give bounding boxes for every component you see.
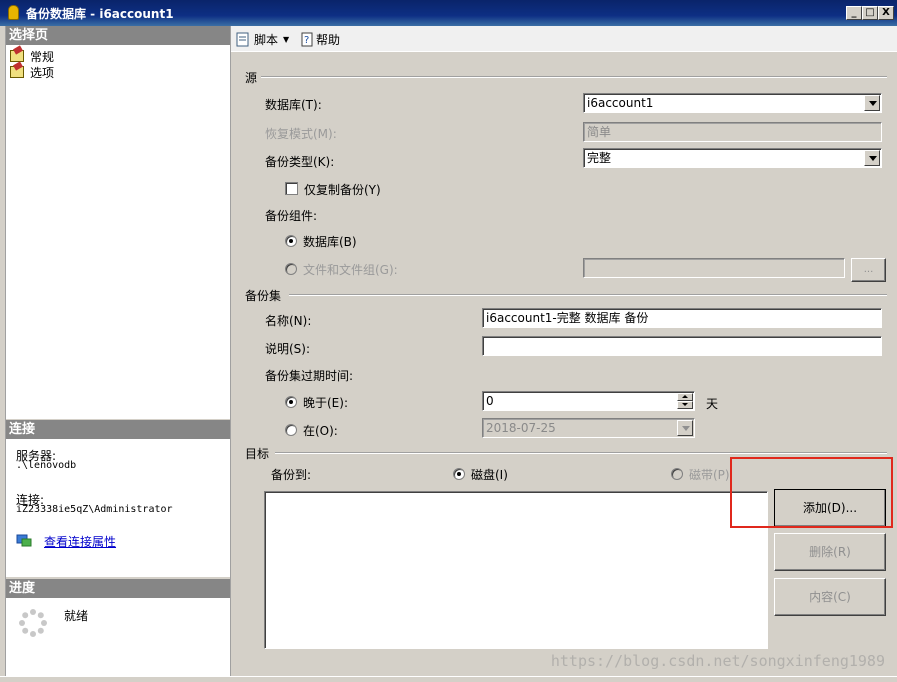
browse-button[interactable]: ...	[851, 258, 886, 282]
page-icon	[10, 66, 24, 78]
title-bar[interactable]: 备份数据库 - i6account1 _ □ X	[0, 0, 897, 26]
tape-radio-label: 磁带(P)	[689, 468, 730, 482]
disk-radio[interactable]	[453, 468, 465, 480]
on-date-radio[interactable]	[285, 424, 297, 436]
pages-header: 选择页	[6, 26, 230, 45]
window-bottom-edge	[0, 676, 897, 682]
window-title: 备份数据库 - i6account1	[26, 7, 174, 21]
destination-list[interactable]	[264, 491, 768, 649]
spinner-buttons[interactable]	[677, 393, 693, 409]
backupset-divider	[289, 294, 887, 296]
description-label: 说明(S):	[265, 342, 311, 356]
help-button[interactable]: ? 帮助	[299, 30, 340, 48]
name-label: 名称(N):	[265, 314, 312, 328]
backupset-group-title: 备份集	[245, 289, 282, 303]
target-divider	[275, 452, 887, 454]
source-divider	[261, 76, 887, 78]
page-icon	[10, 50, 24, 62]
page-item-label: 常规	[30, 49, 55, 64]
database-select[interactable]: i6account1	[583, 93, 882, 113]
close-button[interactable]: X	[878, 6, 894, 20]
chevron-down-icon	[677, 420, 693, 436]
date-value: 2018-07-25	[486, 421, 556, 435]
spinner-icon	[18, 608, 48, 638]
right-panel: 脚本 ▼ ? 帮助 源 数据库(T): i6account1 恢复模式(M): …	[230, 26, 897, 676]
help-icon: ?	[301, 32, 313, 47]
server-value: .\lenovodb	[16, 460, 77, 471]
page-item-options[interactable]: 选项	[10, 64, 54, 80]
minimize-button[interactable]: _	[846, 6, 862, 20]
copy-only-checkbox[interactable]	[285, 182, 298, 195]
spin-up-icon[interactable]	[677, 393, 693, 401]
page-item-general[interactable]: 常规	[10, 48, 54, 64]
script-icon	[236, 32, 249, 47]
after-radio[interactable]	[285, 396, 297, 408]
database-icon	[8, 5, 19, 20]
toolbar: 脚本 ▼ ? 帮助	[231, 26, 897, 52]
database-label: 数据库(T):	[265, 98, 322, 112]
chevron-down-icon[interactable]	[864, 95, 880, 111]
backup-type-select[interactable]: 完整	[583, 148, 882, 168]
date-picker: 2018-07-25	[482, 418, 695, 438]
target-group-title: 目标	[245, 447, 270, 461]
maximize-button[interactable]: □	[862, 6, 878, 20]
pages-list: 常规 选项	[6, 45, 230, 419]
tape-radio[interactable]	[671, 468, 683, 480]
watermark: https://blog.csdn.net/songxinfeng1989	[550, 652, 885, 670]
connection-value: iZ23338ie5qZ\Administrator	[16, 504, 173, 515]
progress-status: 就绪	[64, 609, 89, 623]
disk-radio-label: 磁盘(I)	[471, 468, 508, 482]
contents-button[interactable]: 内容(C)	[774, 578, 886, 616]
days-value: 0	[486, 394, 494, 408]
files-radio-label: 文件和文件组(G):	[303, 263, 398, 277]
highlight-box	[730, 457, 893, 528]
svg-text:?: ?	[304, 35, 309, 46]
database-radio[interactable]	[285, 235, 297, 247]
help-label: 帮助	[316, 32, 341, 47]
progress-header: 进度	[6, 579, 230, 598]
page-item-label: 选项	[30, 65, 55, 80]
view-connection-properties-link[interactable]: 查看连接属性	[44, 533, 116, 550]
after-radio-label: 晚于(E):	[303, 396, 348, 410]
script-label: 脚本	[254, 32, 279, 47]
left-panel: 选择页 常规 选项 连接 服务器: .\lenovodb 连接: iZ23338…	[6, 26, 230, 676]
database-radio-label: 数据库(B)	[303, 235, 357, 249]
connection-properties-icon	[16, 533, 32, 547]
chevron-down-icon: ▼	[283, 34, 290, 44]
backupset-name-input[interactable]: i6account1-完整 数据库 备份	[482, 308, 882, 328]
database-select-value: i6account1	[587, 96, 654, 110]
files-radio[interactable]	[285, 263, 297, 275]
chevron-down-icon[interactable]	[864, 150, 880, 166]
description-input[interactable]	[482, 336, 882, 356]
recovery-model-label: 恢复模式(M):	[265, 127, 337, 141]
recovery-model-field: 简单	[583, 122, 882, 142]
days-unit: 天	[706, 397, 719, 411]
spin-down-icon[interactable]	[677, 401, 693, 409]
backup-component-label: 备份组件:	[265, 209, 318, 223]
connection-header: 连接	[6, 420, 230, 439]
filegroup-field	[583, 258, 845, 278]
days-spinner[interactable]: 0	[482, 391, 695, 411]
progress-panel: 就绪	[6, 598, 230, 676]
copy-only-label: 仅复制备份(Y)	[304, 183, 381, 197]
remove-button[interactable]: 删除(R)	[774, 533, 886, 571]
backup-type-label: 备份类型(K):	[265, 155, 335, 169]
connection-panel: 服务器: .\lenovodb 连接: iZ23338ie5qZ\Adminis…	[6, 439, 230, 577]
source-group-title: 源	[245, 71, 258, 85]
script-button[interactable]: 脚本 ▼	[235, 30, 289, 48]
expire-label: 备份集过期时间:	[265, 369, 354, 383]
on-date-label: 在(O):	[303, 424, 338, 438]
backup-to-label: 备份到:	[271, 468, 312, 482]
backup-type-value: 完整	[587, 151, 612, 165]
